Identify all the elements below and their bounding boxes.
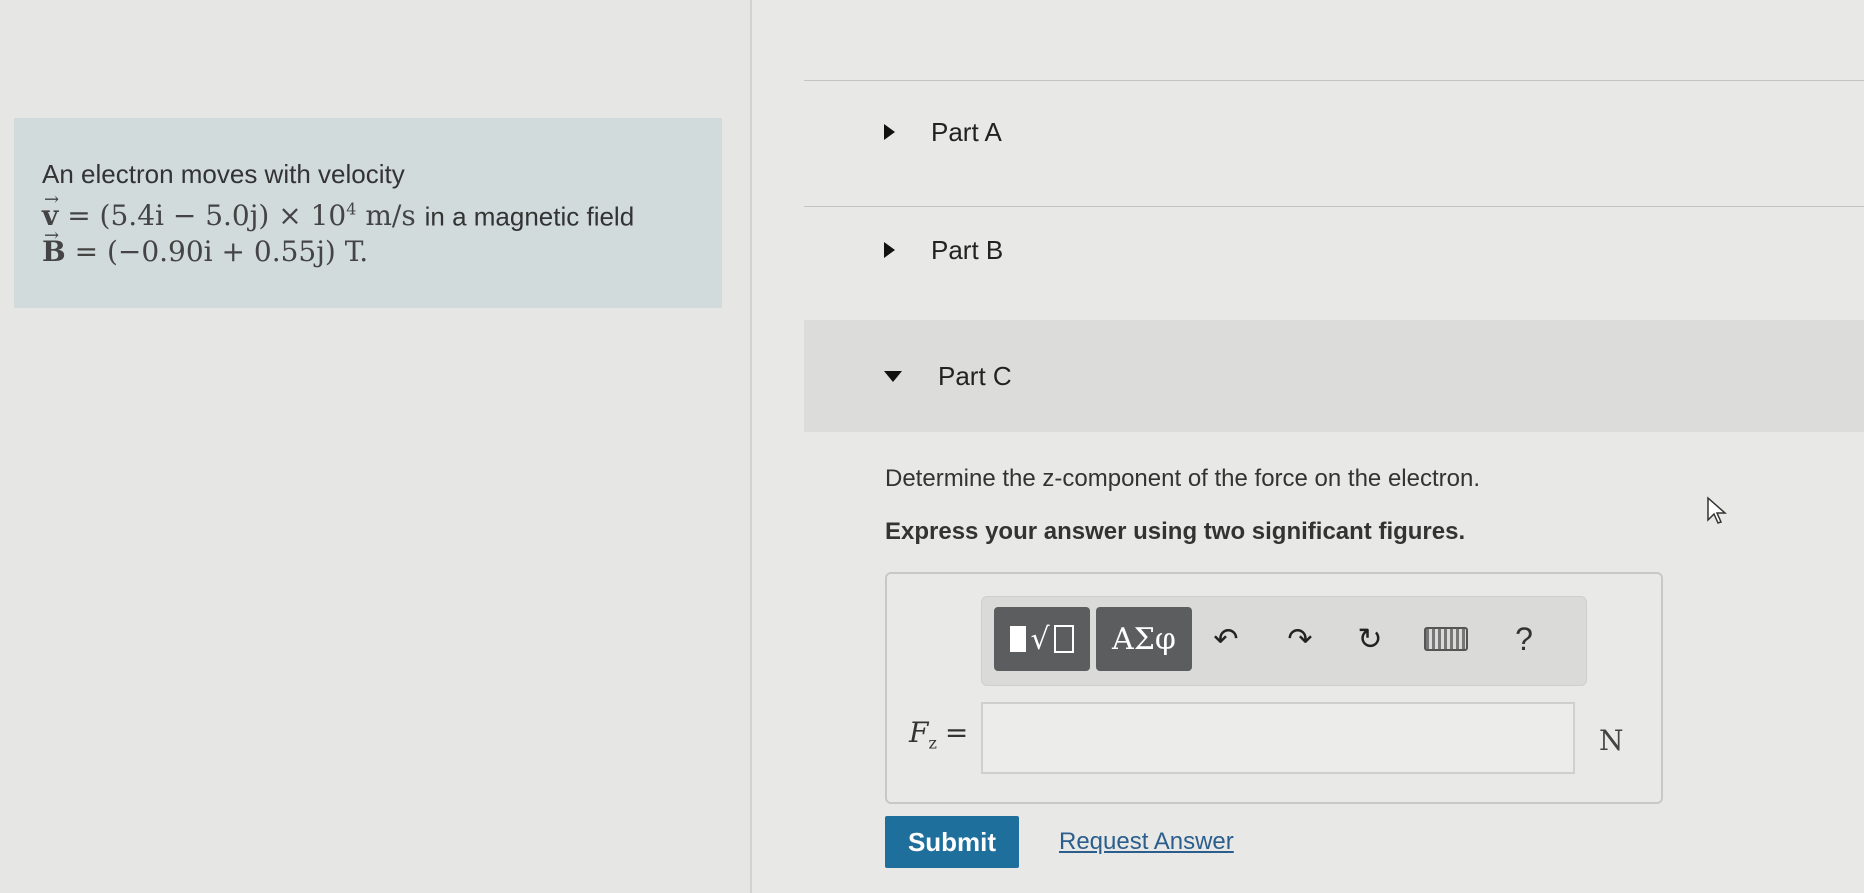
field-expression: = (−0.90i + 0.55j) T. bbox=[74, 235, 369, 269]
help-icon[interactable]: ? bbox=[1502, 617, 1546, 661]
mouse-cursor-icon bbox=[1707, 496, 1727, 524]
velocity-exponent: 4 bbox=[346, 200, 357, 219]
instruction-text: Express your answer using two significan… bbox=[885, 518, 1466, 545]
problem-text: An electron moves with velocity v = (5.4… bbox=[42, 156, 634, 270]
equals-sign: = bbox=[944, 716, 969, 749]
variable-subscript: z bbox=[928, 733, 937, 753]
undo-icon[interactable]: ↶ bbox=[1204, 617, 1248, 661]
unit-label: N bbox=[1599, 724, 1624, 757]
templates-button[interactable]: √ bbox=[994, 607, 1090, 671]
submit-button[interactable]: Submit bbox=[885, 816, 1019, 868]
math-toolbar: √ ΑΣφ ↶ ↷ ↻ ? bbox=[981, 596, 1587, 686]
problem-statement: An electron moves with velocity v = (5.4… bbox=[14, 118, 722, 308]
keyboard-icon[interactable] bbox=[1424, 617, 1468, 661]
variable-symbol: F bbox=[909, 716, 929, 749]
answer-box: √ ΑΣφ ↶ ↷ ↻ ? Fz = N bbox=[885, 572, 1663, 804]
velocity-tail: in a magnetic field bbox=[424, 201, 635, 232]
question-text: Determine the z-component of the force o… bbox=[885, 465, 1480, 492]
velocity-line: v = (5.4i − 5.0j) × 104 m/s in a magneti… bbox=[42, 182, 635, 234]
reset-icon[interactable]: ↻ bbox=[1348, 617, 1392, 661]
velocity-expression: = (5.4i − 5.0j) × 10 bbox=[67, 199, 347, 233]
part-c-body: Determine the z-component of the force o… bbox=[752, 0, 1864, 893]
page: An electron moves with velocity v = (5.4… bbox=[0, 0, 1864, 893]
problem-column: An electron moves with velocity v = (5.4… bbox=[0, 0, 750, 893]
redo-icon[interactable]: ↷ bbox=[1278, 617, 1322, 661]
request-answer-link[interactable]: Request Answer bbox=[1059, 828, 1234, 856]
field-line: B = (−0.90i + 0.55j) T. bbox=[42, 218, 634, 270]
variable-label: Fz = bbox=[909, 716, 968, 753]
answer-input[interactable] bbox=[981, 702, 1575, 774]
symbols-button[interactable]: ΑΣφ bbox=[1096, 607, 1192, 671]
problem-intro: An electron moves with velocity bbox=[42, 159, 405, 189]
velocity-units: m/s bbox=[356, 199, 416, 233]
templates-icon: √ bbox=[1010, 622, 1074, 657]
field-symbol: B bbox=[42, 218, 66, 270]
